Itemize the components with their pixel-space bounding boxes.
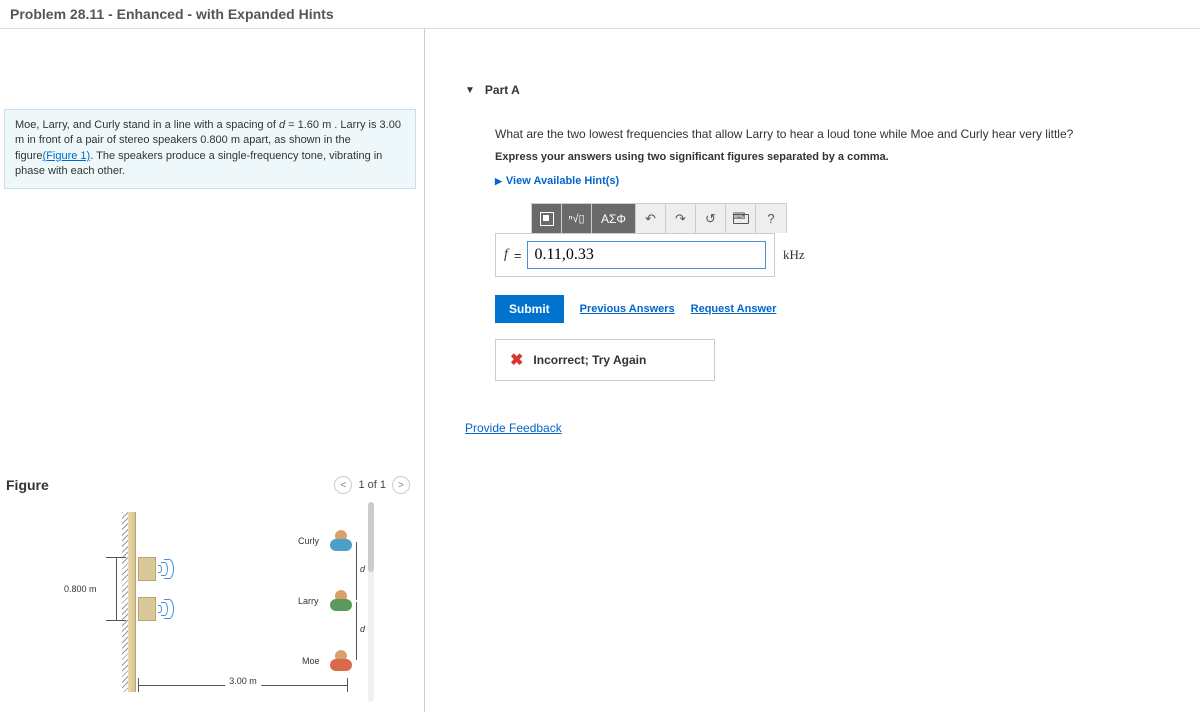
provide-feedback-link[interactable]: Provide Feedback — [465, 421, 562, 435]
question-instruction: Express your answers using two significa… — [495, 151, 1180, 163]
figure-diagram: 0.800 m 3.00 m Curly Larry Moe d d — [50, 502, 370, 702]
label-larry: Larry — [298, 596, 319, 606]
unit-m-1: m — [322, 119, 331, 131]
question-block: What are the two lowest frequencies that… — [465, 107, 1180, 381]
part-header[interactable]: ▼ Part A — [465, 79, 1180, 107]
answer-input[interactable] — [527, 241, 766, 269]
submit-button[interactable]: Submit — [495, 295, 564, 323]
sqrt-icon: ⁿ√▯ — [568, 212, 584, 225]
person-moe — [330, 650, 352, 672]
collapse-caret-icon: ▼ — [465, 85, 475, 96]
page-title: Problem 28.11 - Enhanced - with Expanded… — [0, 0, 1200, 29]
unit-m-3: m — [231, 134, 240, 146]
dim-horizontal: 3.00 m — [138, 678, 348, 692]
incorrect-icon: ✖ — [510, 350, 523, 370]
keyboard-button[interactable] — [726, 204, 756, 233]
feedback-box: ✖ Incorrect; Try Again — [495, 339, 715, 381]
figure-link[interactable]: (Figure 1) — [43, 150, 91, 162]
reset-button[interactable]: ↺ — [696, 204, 726, 233]
help-button[interactable]: ? — [756, 204, 786, 233]
d-label-1: d — [360, 564, 365, 574]
part-label: Part A — [485, 83, 520, 97]
speaker-bottom — [138, 597, 176, 621]
feedback-message: Incorrect; Try Again — [533, 353, 646, 367]
view-hints-toggle[interactable]: ▶ View Available Hint(s) — [495, 175, 1180, 187]
dim-vertical: 0.800 m — [106, 557, 126, 621]
input-wrap: f = kHz — [495, 233, 1180, 277]
caret-right-icon: ▶ — [495, 176, 502, 187]
figure-next-button[interactable]: > — [392, 476, 410, 494]
figure-prev-button[interactable]: < — [334, 476, 352, 494]
figure-header: Figure < 1 of 1 > — [4, 472, 416, 502]
button-row: Submit Previous Answers Request Answer — [495, 295, 1180, 323]
request-answer-link[interactable]: Request Answer — [691, 303, 777, 315]
greek-button[interactable]: ΑΣΦ — [592, 204, 636, 233]
d-label-2: d — [360, 624, 365, 634]
reset-icon: ↺ — [705, 211, 716, 227]
answer-unit: kHz — [783, 247, 805, 263]
right-panel: ▼ Part A What are the two lowest frequen… — [425, 29, 1200, 712]
wall — [128, 512, 136, 692]
answer-input-row: f = — [495, 233, 775, 277]
sqrt-button[interactable]: ⁿ√▯ — [562, 204, 592, 233]
question-text: What are the two lowest frequencies that… — [495, 127, 1180, 141]
main-split: Moe, Larry, and Curly stand in a line wi… — [0, 29, 1200, 712]
person-curly — [330, 530, 352, 552]
person-larry — [330, 590, 352, 612]
problem-text-pre: Moe, Larry, and Curly stand in a line wi… — [15, 119, 279, 131]
d-line-2 — [356, 602, 357, 660]
speaker-top — [138, 557, 176, 581]
equation-toolbar: ⁿ√▯ ΑΣΦ ↶ ↷ ↺ ? — [531, 203, 787, 233]
left-panel: Moe, Larry, and Curly stand in a line wi… — [0, 29, 425, 712]
figure-scrollbar[interactable] — [368, 502, 374, 702]
previous-answers-link[interactable]: Previous Answers — [580, 303, 675, 315]
template-icon — [540, 212, 554, 226]
dim-v-label: 0.800 m — [64, 584, 97, 594]
figure-nav: < 1 of 1 > — [334, 476, 410, 494]
figure-title: Figure — [6, 477, 49, 493]
figure-nav-label: 1 of 1 — [358, 479, 386, 491]
undo-button[interactable]: ↶ — [636, 204, 666, 233]
help-icon: ? — [767, 211, 774, 226]
label-moe: Moe — [302, 656, 320, 666]
redo-icon: ↷ — [675, 211, 686, 227]
problem-eq: = 1.60 — [285, 119, 322, 131]
hints-label: View Available Hint(s) — [506, 175, 619, 187]
figure-block: Figure < 1 of 1 > 0.800 — [4, 472, 416, 712]
undo-icon: ↶ — [645, 211, 656, 227]
d-line-1 — [356, 542, 357, 600]
answer-eq: = — [514, 248, 522, 263]
answer-var: f — [504, 247, 508, 263]
problem-statement: Moe, Larry, and Curly stand in a line wi… — [4, 109, 416, 189]
problem-mid2: in front of a pair of stereo speakers 0.… — [24, 134, 231, 146]
redo-button[interactable]: ↷ — [666, 204, 696, 233]
keyboard-icon — [733, 214, 749, 224]
template-button[interactable] — [532, 204, 562, 233]
label-curly: Curly — [298, 536, 319, 546]
dim-h-label: 3.00 m — [225, 676, 261, 686]
unit-m-2: m — [15, 134, 24, 146]
problem-mid: . Larry is 3.00 — [331, 119, 401, 131]
answer-area: ⁿ√▯ ΑΣΦ ↶ ↷ ↺ ? f = kHz — [495, 203, 1180, 277]
